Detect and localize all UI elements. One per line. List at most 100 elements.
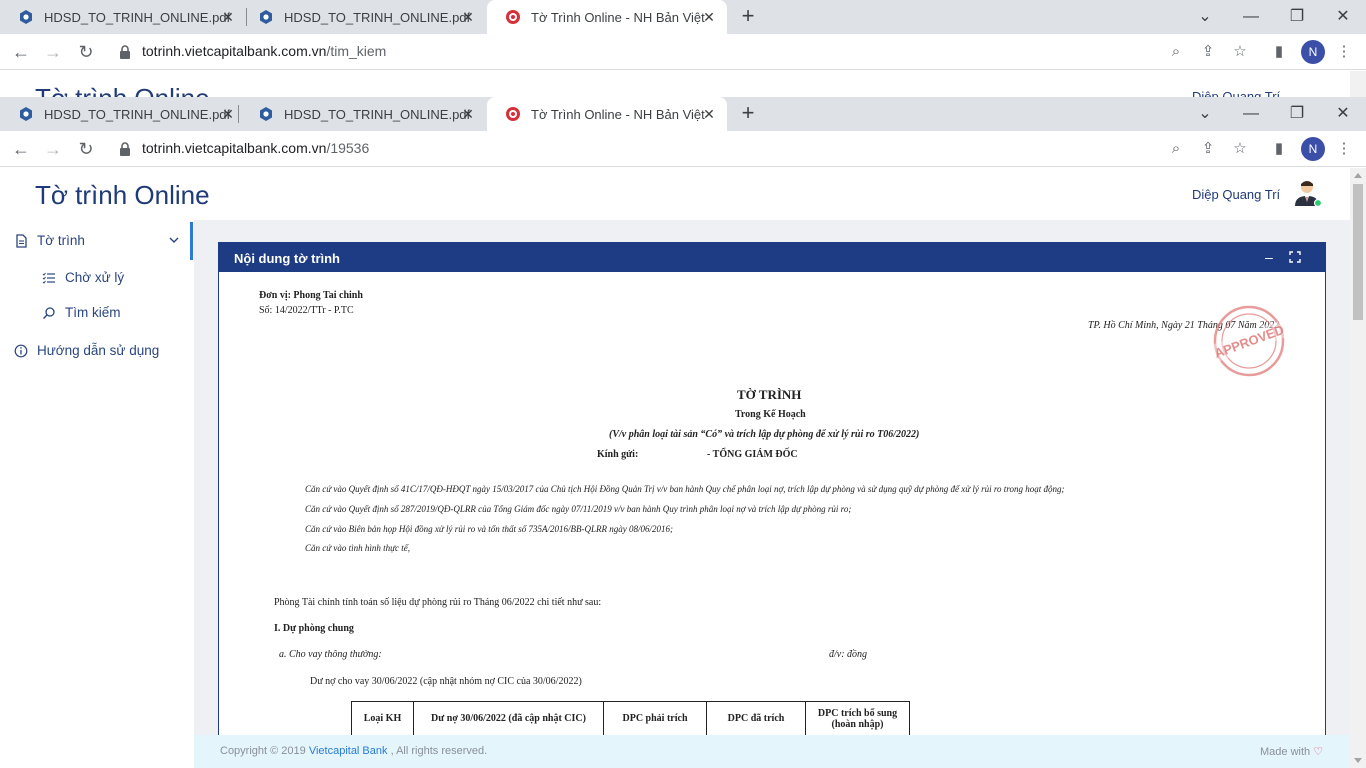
url-field[interactable]: totrinh.vietcapitalbank.com.vn/19536 <box>142 140 369 156</box>
doc-basis: Căn cứ vào Biên bản họp Hội đồng xử lý r… <box>305 524 673 534</box>
doc-sub-a: a. Cho vay thông thường: <box>279 649 382 660</box>
task-list-icon <box>42 272 55 284</box>
forward-icon[interactable]: → <box>42 138 64 160</box>
share-icon[interactable]: ⇪ <box>1197 41 1219 63</box>
footer-copyright: Copyright © 2019 Vietcapital Bank , All … <box>220 745 487 757</box>
fullscreen-icon[interactable] <box>1289 251 1301 263</box>
tab-search-icon[interactable]: ⌄ <box>1194 103 1216 125</box>
sidebar-item-cho-xu-ly[interactable]: Chờ xử lý <box>42 270 124 285</box>
tab-pdf-1[interactable]: HDSD_TO_TRINH_ONLINE.pdf ✕ <box>0 97 246 131</box>
app-header: Tờ trình Online Diệp Quang Trí <box>0 168 1350 220</box>
brand-link[interactable]: Vietcapital Bank <box>309 745 388 757</box>
tab-title: Tờ Trình Online - NH Bản Việt <box>531 106 705 122</box>
bg-tab-active[interactable]: Tờ Trình Online - NH Bản Việt ✕ <box>487 0 727 34</box>
bg-tab-pdf-1[interactable]: HDSD_TO_TRINH_ONLINE.pdf ✕ <box>0 0 246 34</box>
close-icon[interactable]: ✕ <box>701 9 717 25</box>
tab-active[interactable]: Tờ Trình Online - NH Bản Việt ✕ <box>487 97 727 131</box>
url-field[interactable]: totrinh.vietcapitalbank.com.vn/tim_kiem <box>142 43 386 59</box>
provision-table: Loại KH Dư nợ 30/06/2022 (đã cập nhật CI… <box>351 701 910 736</box>
doc-plan: Trong Kế Hoạch <box>735 409 806 420</box>
zoom-icon[interactable]: ⌕ <box>1165 41 1187 63</box>
new-tab-button[interactable]: + <box>737 102 759 125</box>
bg-app-title: Tờ trình Online <box>35 83 210 97</box>
sidebar-item-tim-kiem[interactable]: Tìm kiếm <box>42 305 121 320</box>
profile-avatar[interactable]: N <box>1301 40 1325 64</box>
bg-tab-pdf-2[interactable]: HDSD_TO_TRINH_ONLINE.pdf ✕ <box>240 0 486 34</box>
page-scrollbar[interactable] <box>1350 168 1366 768</box>
reload-icon[interactable]: ↻ <box>75 41 97 63</box>
bg-tab-strip: HDSD_TO_TRINH_ONLINE.pdf ✕ HDSD_TO_TRINH… <box>0 0 1366 34</box>
bg-tab-title: HDSD_TO_TRINH_ONLINE.pdf <box>284 9 471 25</box>
close-icon[interactable]: ✕ <box>220 9 236 25</box>
panel-header: Nội dung tờ trình – <box>219 243 1325 272</box>
tab-search-icon[interactable]: ⌄ <box>1194 6 1216 28</box>
bank-logo-icon <box>506 107 520 121</box>
minimize-icon[interactable]: — <box>1240 103 1262 125</box>
bg-app-header: Tờ trình Online Diệp Quang Trí <box>0 71 1366 97</box>
close-icon[interactable]: ✕ <box>701 106 717 122</box>
tab-title: HDSD_TO_TRINH_ONLINE.pdf <box>284 106 471 122</box>
menu-kebab-icon[interactable]: ⋮ <box>1333 41 1355 63</box>
doc-intro: Phòng Tài chính tính toán số liệu dự phò… <box>274 597 602 608</box>
doc-debt-line: Dư nợ cho vay 30/06/2022 (cập nhật nhóm … <box>310 676 582 687</box>
bank-logo-icon <box>506 10 520 24</box>
back-icon[interactable]: ← <box>10 41 32 63</box>
copyright-prefix: Copyright © 2019 <box>220 745 309 757</box>
bookmark-star-icon[interactable]: ☆ <box>1229 41 1251 63</box>
sidebar-item-to-trinh[interactable]: Tờ trình <box>14 233 85 248</box>
url-path: /19536 <box>326 140 370 156</box>
close-window-icon[interactable]: ✕ <box>1332 6 1354 28</box>
pdf-app-icon <box>20 107 32 121</box>
doc-basis: Căn cứ vào tình hình thực tế, <box>305 543 411 553</box>
info-icon <box>14 344 28 357</box>
reload-icon[interactable]: ↻ <box>75 138 97 160</box>
pdf-app-icon <box>260 107 272 121</box>
restore-icon[interactable]: ❐ <box>1286 6 1308 28</box>
url-domain: totrinh.vietcapitalbank.com.vn <box>142 43 327 59</box>
zoom-icon[interactable]: ⌕ <box>1165 138 1187 160</box>
copyright-suffix: , All rights reserved. <box>387 745 488 757</box>
table-header-row: Loại KH Dư nợ 30/06/2022 (đã cập nhật CI… <box>351 701 910 736</box>
tab-title: HDSD_TO_TRINH_ONLINE.pdf <box>44 106 231 122</box>
share-icon[interactable]: ⇪ <box>1197 138 1219 160</box>
bg-scrollbar[interactable] <box>1350 71 1366 97</box>
scroll-down-arrow-icon[interactable] <box>1354 758 1362 763</box>
user-name[interactable]: Diệp Quang Trí <box>1192 187 1280 202</box>
close-icon[interactable]: ✕ <box>220 106 236 122</box>
scroll-thumb[interactable] <box>1353 184 1363 320</box>
forward-icon[interactable]: → <box>42 41 64 63</box>
sidebar-active-indicator <box>190 222 193 260</box>
table-header-cell: DPC trích bổ sung (hoàn nhập) <box>805 701 910 736</box>
doc-to-label: Kính gửi: <box>597 449 639 460</box>
side-panel-icon[interactable]: ▮ <box>1268 41 1290 63</box>
menu-kebab-icon[interactable]: ⋮ <box>1333 138 1355 160</box>
scroll-up-arrow-icon[interactable] <box>1354 173 1362 178</box>
close-window-icon[interactable]: ✕ <box>1332 103 1354 125</box>
bookmark-star-icon[interactable]: ☆ <box>1229 138 1251 160</box>
table-header-cell: Dư nợ 30/06/2022 (đã cập nhật CIC) <box>413 701 604 736</box>
bg-user-name: Diệp Quang Trí <box>1192 89 1281 97</box>
app-title[interactable]: Tờ trình Online <box>35 180 210 211</box>
doc-basis: Căn cứ vào Quyết định số 41C/17/QĐ-HĐQT … <box>305 484 1065 494</box>
user-avatar-icon[interactable] <box>1292 178 1322 208</box>
side-panel-icon[interactable]: ▮ <box>1268 138 1290 160</box>
address-bar: ← → ↻ totrinh.vietcapitalbank.com.vn/195… <box>0 131 1366 167</box>
new-tab-button[interactable]: + <box>737 5 759 28</box>
minimize-panel-icon[interactable]: – <box>1265 249 1273 265</box>
restore-icon[interactable]: ❐ <box>1286 103 1308 125</box>
sidebar-item-label: Tìm kiếm <box>65 305 121 320</box>
close-icon[interactable]: ✕ <box>460 9 476 25</box>
sidebar-item-huong-dan[interactable]: Hướng dẫn sử dụng <box>14 343 159 358</box>
doc-unit: Đơn vị: Phong Tai chinh <box>259 290 363 301</box>
doc-to-value: - TỔNG GIÁM ĐỐC <box>707 449 798 460</box>
chevron-down-icon[interactable] <box>168 234 180 246</box>
sidebar: Tờ trình Chờ xử lý Tìm kiếm Hướng dẫn sử… <box>0 220 194 768</box>
doc-section-1: I. Dự phòng chung <box>274 623 354 634</box>
url-domain: totrinh.vietcapitalbank.com.vn <box>142 140 327 156</box>
profile-avatar[interactable]: N <box>1301 137 1325 161</box>
back-icon[interactable]: ← <box>10 138 32 160</box>
tab-pdf-2[interactable]: HDSD_TO_TRINH_ONLINE.pdf ✕ <box>240 97 486 131</box>
minimize-icon[interactable]: — <box>1240 6 1262 28</box>
close-icon[interactable]: ✕ <box>460 106 476 122</box>
table-header-cell: DPC phải trích <box>603 701 707 736</box>
